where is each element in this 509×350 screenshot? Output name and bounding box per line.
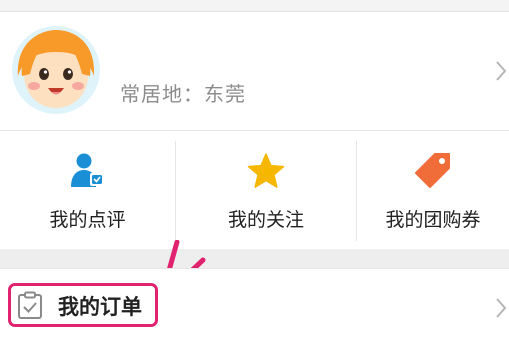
tag-icon	[415, 153, 450, 188]
shortcut-label: 我的团购券	[385, 209, 481, 231]
shortcut-my-group-coupons[interactable]: 我的团购券	[357, 131, 509, 249]
shortcut-label: 我的点评	[49, 209, 126, 231]
section-gap	[0, 249, 509, 268]
top-divider	[0, 0, 509, 12]
shortcut-my-follows[interactable]: 我的关注	[176, 131, 356, 249]
user-review-icon	[70, 153, 104, 187]
shortcut-label: 我的关注	[227, 209, 304, 231]
chevron-right-icon	[496, 298, 507, 318]
my-orders-label: 我的订单	[58, 295, 142, 319]
star-icon	[247, 153, 285, 188]
chevron-right-icon	[496, 61, 507, 81]
shortcut-grid: 我的点评 我的关注 我的团购券	[0, 131, 509, 249]
shortcut-my-reviews[interactable]: 我的点评	[0, 131, 175, 249]
profile-row[interactable]: 常居地：东莞	[0, 12, 509, 131]
clipboard-check-icon	[18, 291, 42, 319]
my-orders-row[interactable]: 我的订单	[0, 268, 509, 350]
avatar[interactable]	[10, 24, 102, 116]
residence-text: 常居地：东莞	[120, 82, 246, 106]
